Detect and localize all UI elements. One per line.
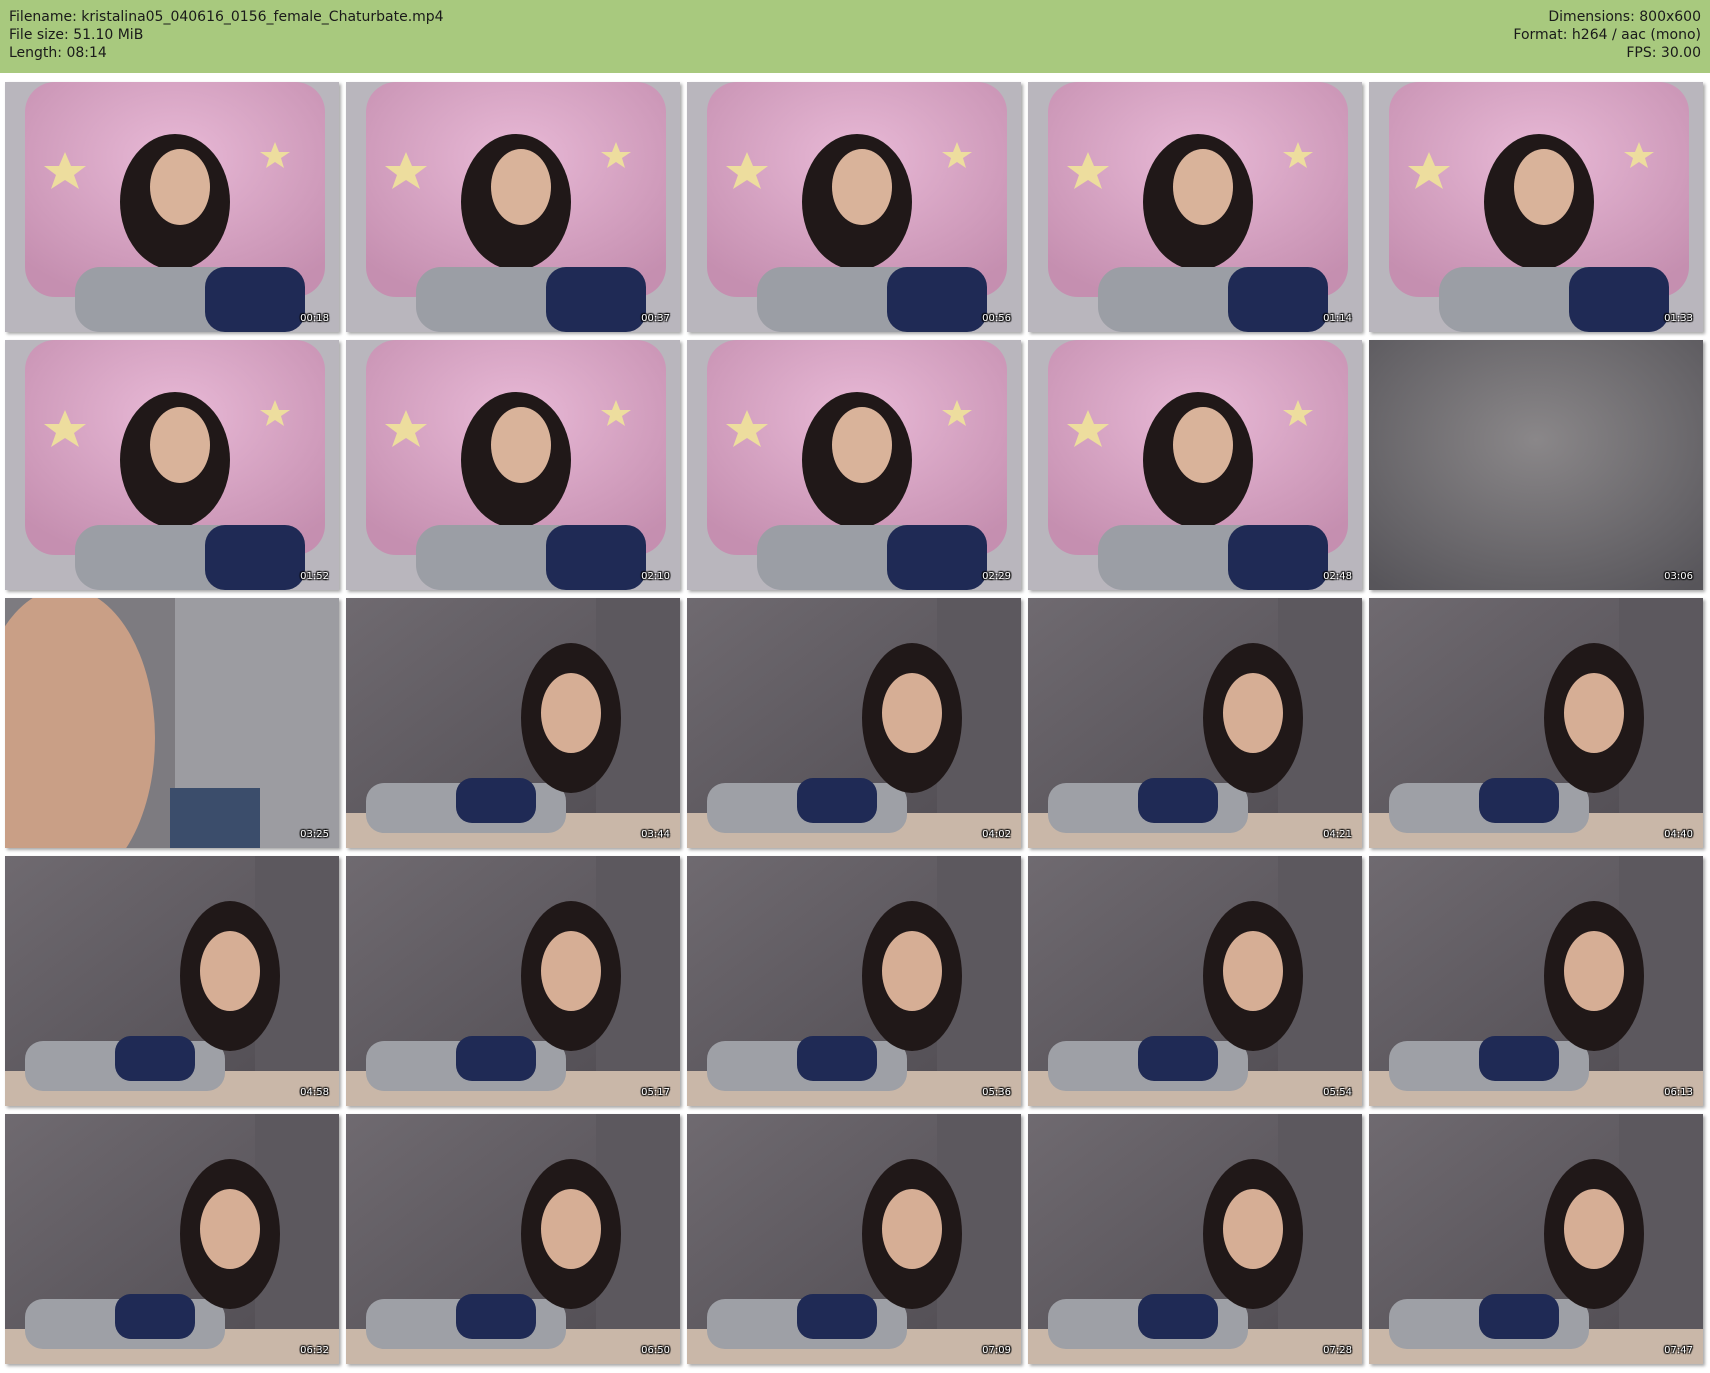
thumbnail-image bbox=[1028, 82, 1362, 332]
video-thumbnail: 05:17 bbox=[346, 856, 680, 1106]
thumbnail-image bbox=[1369, 856, 1703, 1106]
thumbnail-image bbox=[5, 340, 339, 590]
thumbnail-image bbox=[687, 598, 1021, 848]
video-thumbnail: 05:36 bbox=[687, 856, 1021, 1106]
thumbnail-image bbox=[1369, 82, 1703, 332]
thumbnail-image bbox=[346, 82, 680, 332]
video-thumbnail: 02:48 bbox=[1028, 340, 1362, 590]
thumbnail-image bbox=[687, 82, 1021, 332]
thumbnail-image bbox=[1028, 1114, 1362, 1364]
thumbnail-image bbox=[687, 1114, 1021, 1364]
video-thumbnail: 01:52 bbox=[5, 340, 339, 590]
thumbnail-image bbox=[1028, 340, 1362, 590]
thumbnail-timestamp: 07:28 bbox=[1323, 1345, 1352, 1356]
thumbnail-image bbox=[1369, 1114, 1703, 1364]
thumbnail-timestamp: 00:56 bbox=[982, 313, 1011, 324]
thumbnail-timestamp: 06:13 bbox=[1664, 1087, 1693, 1098]
thumbnail-timestamp: 06:32 bbox=[300, 1345, 329, 1356]
thumbnail-timestamp: 04:40 bbox=[1664, 829, 1693, 840]
video-thumbnail: 03:44 bbox=[346, 598, 680, 848]
video-thumbnail: 07:28 bbox=[1028, 1114, 1362, 1364]
thumbnail-timestamp: 03:06 bbox=[1664, 571, 1693, 582]
thumbnail-timestamp: 07:47 bbox=[1664, 1345, 1693, 1356]
dimensions-text: Dimensions: 800x600 bbox=[1548, 9, 1701, 25]
thumbnail-image bbox=[346, 1114, 680, 1364]
thumbnail-image bbox=[687, 856, 1021, 1106]
thumbnail-image bbox=[346, 598, 680, 848]
thumbnail-timestamp: 04:21 bbox=[1323, 829, 1352, 840]
video-thumbnail: 01:33 bbox=[1369, 82, 1703, 332]
video-thumbnail: 06:13 bbox=[1369, 856, 1703, 1106]
thumbnail-timestamp: 00:18 bbox=[300, 313, 329, 324]
thumbnail-timestamp: 03:44 bbox=[641, 829, 670, 840]
video-thumbnail: 04:21 bbox=[1028, 598, 1362, 848]
thumbnail-timestamp: 02:48 bbox=[1323, 571, 1352, 582]
thumbnail-timestamp: 05:17 bbox=[641, 1087, 670, 1098]
thumbnail-image bbox=[5, 82, 339, 332]
video-thumbnail: 07:47 bbox=[1369, 1114, 1703, 1364]
thumbnail-image bbox=[5, 856, 339, 1106]
filename-text: Filename: kristalina05_040616_0156_femal… bbox=[9, 9, 444, 25]
video-thumbnail: 04:58 bbox=[5, 856, 339, 1106]
video-thumbnail: 06:50 bbox=[346, 1114, 680, 1364]
metadata-right: Dimensions: 800x600 Format: h264 / aac (… bbox=[1513, 8, 1701, 62]
metadata-header: Filename: kristalina05_040616_0156_femal… bbox=[0, 0, 1710, 73]
thumbnail-timestamp: 04:02 bbox=[982, 829, 1011, 840]
format-text: Format: h264 / aac (mono) bbox=[1513, 27, 1701, 43]
video-thumbnail: 00:18 bbox=[5, 82, 339, 332]
thumbnail-timestamp: 01:52 bbox=[300, 571, 329, 582]
thumbnail-grid: 00:18 00:37 00:56 01:14 01:33 01:52 02:10 02:29… bbox=[5, 82, 1705, 1368]
thumbnail-image bbox=[1028, 598, 1362, 848]
thumbnail-image bbox=[1369, 340, 1703, 590]
thumbnail-image bbox=[5, 598, 339, 848]
thumbnail-timestamp: 01:33 bbox=[1664, 313, 1693, 324]
video-thumbnail: 02:10 bbox=[346, 340, 680, 590]
video-thumbnail: 01:14 bbox=[1028, 82, 1362, 332]
thumbnail-timestamp: 07:09 bbox=[982, 1345, 1011, 1356]
thumbnail-timestamp: 05:54 bbox=[1323, 1087, 1352, 1098]
video-thumbnail: 00:56 bbox=[687, 82, 1021, 332]
thumbnail-image bbox=[1028, 856, 1362, 1106]
thumbnail-image bbox=[5, 1114, 339, 1364]
video-thumbnail: 00:37 bbox=[346, 82, 680, 332]
video-thumbnail: 05:54 bbox=[1028, 856, 1362, 1106]
video-thumbnail: 03:25 bbox=[5, 598, 339, 848]
thumbnail-timestamp: 02:10 bbox=[641, 571, 670, 582]
thumbnail-image bbox=[1369, 598, 1703, 848]
metadata-left: Filename: kristalina05_040616_0156_femal… bbox=[9, 8, 444, 62]
thumbnail-timestamp: 06:50 bbox=[641, 1345, 670, 1356]
thumbnail-image bbox=[346, 856, 680, 1106]
fps-text: FPS: 30.00 bbox=[1626, 45, 1701, 61]
thumbnail-timestamp: 01:14 bbox=[1323, 313, 1352, 324]
file-size-text: File size: 51.10 MiB bbox=[9, 27, 144, 43]
thumbnail-timestamp: 04:58 bbox=[300, 1087, 329, 1098]
video-thumbnail: 04:02 bbox=[687, 598, 1021, 848]
video-thumbnail: 03:06 bbox=[1369, 340, 1703, 590]
video-thumbnail: 02:29 bbox=[687, 340, 1021, 590]
length-text: Length: 08:14 bbox=[9, 45, 107, 61]
thumbnail-timestamp: 03:25 bbox=[300, 829, 329, 840]
video-thumbnail: 07:09 bbox=[687, 1114, 1021, 1364]
thumbnail-image bbox=[687, 340, 1021, 590]
video-thumbnail: 06:32 bbox=[5, 1114, 339, 1364]
video-thumbnail: 04:40 bbox=[1369, 598, 1703, 848]
thumbnail-timestamp: 02:29 bbox=[982, 571, 1011, 582]
thumbnail-timestamp: 00:37 bbox=[641, 313, 670, 324]
thumbnail-timestamp: 05:36 bbox=[982, 1087, 1011, 1098]
thumbnail-image bbox=[346, 340, 680, 590]
